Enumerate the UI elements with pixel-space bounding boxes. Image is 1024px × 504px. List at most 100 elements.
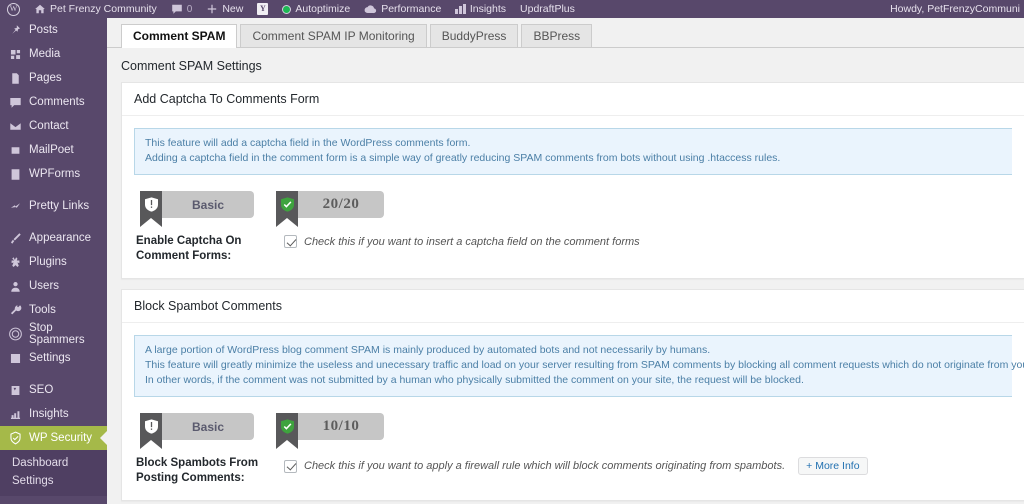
sidebar-item-mailpoet[interactable]: MailPoet	[0, 138, 107, 162]
submenu-item-settings[interactable]: Settings	[0, 472, 107, 490]
panel-body: This feature will add a captcha field in…	[122, 116, 1024, 278]
menu-separator	[0, 186, 107, 194]
ribbon-badge: Basic	[140, 191, 254, 227]
user-icon	[7, 280, 24, 293]
notice-line: Adding a captcha field in the comment fo…	[145, 152, 781, 164]
page-title: Comment SPAM Settings	[121, 59, 262, 73]
ribbon-label: Basic	[162, 413, 254, 440]
more-info-button[interactable]: + More Info	[798, 457, 868, 475]
setting-checkbox[interactable]	[284, 459, 297, 473]
stop-spammers-icon	[7, 327, 24, 341]
comment-bubble-icon	[171, 4, 182, 14]
sidebar-item-label: Tools	[29, 304, 56, 316]
comments-count: 0	[186, 3, 193, 15]
badge-ribbons: Basic 10/10	[134, 411, 1012, 449]
content-area: Comment SPAM Comment SPAM IP Monitoring Bu…	[107, 18, 1024, 504]
panel-body: A large portion of WordPress blog commen…	[122, 323, 1024, 500]
new-label: New	[222, 3, 244, 15]
sidebar-item-label: WPForms	[29, 168, 81, 180]
adminbar-yoast[interactable]: Y	[250, 0, 275, 18]
wrench-icon	[7, 304, 24, 317]
settings-panel: Block Spambot Comments A large portion of…	[121, 289, 1024, 501]
autoptimize-label: Autoptimize	[295, 3, 351, 15]
tab-buddypress[interactable]: BuddyPress	[429, 24, 519, 47]
sidebar-item-insights[interactable]: Insights	[0, 402, 107, 426]
setting-hint: Check this if you want to insert a captc…	[304, 235, 640, 248]
wp-security-submenu: Dashboard Settings	[0, 450, 107, 496]
sidebar-item-pretty-links[interactable]: Pretty Links	[0, 194, 107, 218]
howdy-label: Howdy, PetFrenzyCommuni	[890, 3, 1020, 15]
page-icon	[7, 72, 24, 85]
setting-field: Check this if you want to insert a captc…	[284, 234, 640, 248]
ribbon-label: 20/20	[298, 191, 384, 218]
autoptimize-status-icon	[282, 4, 292, 14]
ribbon-label: Basic	[162, 191, 254, 218]
info-notice: A large portion of WordPress blog commen…	[134, 335, 1024, 397]
tab-bbpress[interactable]: BBPress	[521, 24, 593, 47]
plus-icon	[208, 4, 217, 14]
sidebar-item-label: WP Security	[29, 432, 93, 444]
site-name-label: Pet Frenzy Community	[50, 3, 157, 15]
sidebar-item-pages[interactable]: Pages	[0, 66, 107, 90]
sidebar-item-wpforms[interactable]: WPForms	[0, 162, 107, 186]
tab-comment-spam[interactable]: Comment SPAM	[121, 24, 238, 48]
sidebar-item-appearance[interactable]: Appearance	[0, 226, 107, 250]
notice-line: This feature will greatly minimize the u…	[145, 359, 1024, 371]
sidebar-item-label: Media	[29, 48, 61, 60]
sidebar-item-users[interactable]: Users	[0, 274, 107, 298]
paintbrush-icon	[7, 232, 24, 245]
sidebar-item-contact[interactable]: Contact	[0, 114, 107, 138]
setting-label: Enable Captcha On Comment Forms:	[136, 235, 242, 262]
tab-bar: Comment SPAM Comment SPAM IP Monitoring Bu…	[107, 18, 1024, 48]
comment-bubble-icon	[7, 96, 24, 109]
sidebar-item-label: Comments	[29, 96, 85, 108]
menu-separator	[0, 370, 107, 378]
setting-label: Block Spambots From Posting Comments:	[136, 457, 259, 484]
notice-line: A large portion of WordPress blog commen…	[145, 344, 711, 356]
setting-field: Check this if you want to apply a firewa…	[284, 456, 868, 475]
wpforms-icon	[7, 168, 24, 181]
sidebar-item-settings[interactable]: Settings	[0, 346, 107, 370]
sidebar-item-wp-security[interactable]: WP Security	[0, 426, 107, 450]
adminbar-insights[interactable]: Insights	[448, 0, 513, 18]
yoast-seo-icon	[7, 384, 24, 397]
sidebar-item-stop-spammers[interactable]: Stop Spammers	[0, 322, 107, 346]
sidebar-item-label: SEO	[29, 384, 54, 396]
adminbar-account[interactable]: Howdy, PetFrenzyCommuni	[883, 0, 1024, 18]
notice-line: In other words, if the comment was not s…	[145, 374, 804, 386]
adminbar-autoptimize[interactable]: Autoptimize	[275, 0, 357, 18]
setting-row: Block Spambots From Posting Comments: Che…	[134, 446, 1012, 486]
adminbar-site-name[interactable]: Pet Frenzy Community	[27, 0, 164, 18]
sidebar-item-seo[interactable]: SEO	[0, 378, 107, 402]
adminbar-wordpress-logo[interactable]	[0, 0, 27, 18]
adminbar-updraftplus[interactable]: UpdraftPlus	[513, 0, 582, 18]
setting-checkbox[interactable]	[284, 235, 297, 248]
shield-green-check-icon	[276, 191, 298, 227]
sidebar-item-media[interactable]: Media	[0, 42, 107, 66]
sidebar-item-posts[interactable]: Posts	[0, 18, 107, 42]
adminbar-comments[interactable]: 0	[164, 0, 200, 18]
panel-heading: Block Spambot Comments	[122, 290, 1024, 323]
shield-green-check-icon	[276, 413, 298, 449]
home-icon	[35, 4, 45, 14]
sidebar-item-label: Stop Spammers	[29, 322, 85, 346]
setting-hint: Check this if you want to apply a firewa…	[304, 460, 786, 472]
notice-line: This feature will add a captcha field in…	[145, 137, 471, 149]
performance-cloud-icon	[364, 4, 377, 13]
shield-check-icon	[7, 431, 24, 445]
sidebar-item-plugins[interactable]: Plugins	[0, 250, 107, 274]
sidebar-item-comments[interactable]: Comments	[0, 90, 107, 114]
submenu-item-dashboard[interactable]: Dashboard	[0, 454, 107, 472]
insights-icon	[7, 408, 24, 421]
shield-grey-icon	[140, 413, 162, 449]
updraftplus-label: UpdraftPlus	[520, 3, 575, 15]
media-icon	[7, 48, 24, 61]
shield-grey-icon	[140, 191, 162, 227]
settings-panels: Add Captcha To Comments Form This feature…	[107, 82, 1024, 501]
sidebar-item-label: Pretty Links	[29, 200, 90, 212]
tab-comment-spam-ip-monitoring[interactable]: Comment SPAM IP Monitoring	[240, 24, 427, 47]
sidebar-item-tools[interactable]: Tools	[0, 298, 107, 322]
admin-bar: Pet Frenzy Community 0 New Y Autoptimize…	[0, 0, 1024, 18]
adminbar-new[interactable]: New	[199, 0, 250, 18]
adminbar-performance[interactable]: Performance	[357, 0, 448, 18]
